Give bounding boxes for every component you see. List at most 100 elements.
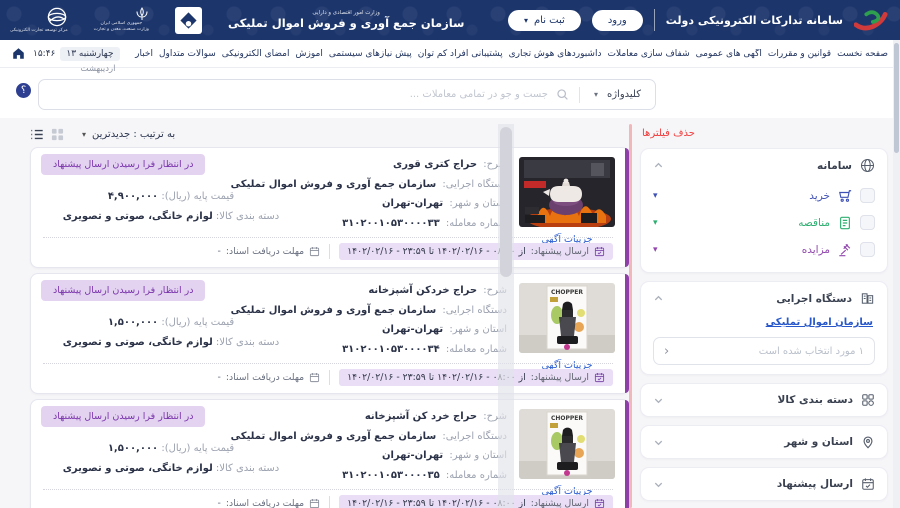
current-date: چهارشنبه ۱۳ ۱۵:۴۶ اردیبهشت (33, 47, 120, 61)
checkbox[interactable] (860, 242, 875, 257)
panel-header[interactable]: دسته بندی کالا (653, 393, 875, 407)
svg-text:CHOPPER: CHOPPER (551, 289, 583, 296)
document-deadline: مهلت دریافت اسناد: - (217, 246, 320, 257)
card-category-row: دسته بندی کالا: لوازم خانگی، صوتی و تصوی… (43, 459, 299, 479)
results-column: به ترتیب : جدیدترین ▾ (30, 124, 630, 508)
building-icon (860, 291, 875, 306)
search-input[interactable] (39, 89, 556, 100)
date-weekday: چهارشنبه ۱۳ (60, 47, 119, 61)
status-badge: در انتظار فرا رسیدن ارسال پیشنهاد (41, 154, 205, 175)
agency-select[interactable]: ۱ مورد انتخاب شده است ‹ (653, 337, 875, 365)
clear-filters-button[interactable]: حذف فیلترها (642, 128, 886, 139)
submit-label: ارسال پیشنهاد: (531, 246, 589, 257)
footer-divider (329, 370, 330, 385)
page-scrollbar-thumb[interactable] (894, 43, 899, 153)
ecommerce-center-logo: مرکز توسعه تجارت الکترونیکی (10, 6, 68, 34)
submit-window: ارسال پیشنهاد: از ۰۸:۰۰ - ۱۴۰۲/۰۲/۱۶ تا … (339, 243, 613, 260)
top-header: سامانه تدارکات الکترونیکی دولت ورود ثبت … (0, 0, 900, 40)
org-text: وزارت امور اقتصادی و دارایی سازمان جمع آ… (228, 10, 464, 30)
register-button[interactable]: ثبت نام ▾ (508, 10, 581, 31)
panel-title: دستگاه اجرایی (776, 293, 852, 305)
results-scrollbar-thumb[interactable] (500, 127, 512, 277)
nav-item[interactable]: آگهی های عمومی (696, 49, 762, 59)
nav-item[interactable]: صفحه نخست (837, 49, 888, 59)
filter-panel: ارسال پیشنهاد (640, 467, 888, 501)
status-badge: در انتظار فرا رسیدن ارسال پیشنهاد (41, 406, 205, 427)
system-filter-list: خرید▾مناقصه▾مزایده▾ (653, 182, 875, 263)
nav-item[interactable]: پیش نیازهای سیستمی (329, 49, 412, 59)
card-media: CHOPPER جزییات آگهی (519, 409, 615, 498)
filter-option[interactable]: مناقصه ▾ (653, 209, 875, 236)
filter-panel: استان و شهر (640, 425, 888, 459)
panel-header-system[interactable]: سامانه (653, 158, 875, 173)
nav-item[interactable]: آموزش (296, 49, 323, 59)
nav-item[interactable]: قوانین و مقررات (768, 49, 831, 59)
nav-item[interactable]: سوالات متداول (159, 49, 216, 59)
tender-icon (838, 216, 852, 230)
main-navbar: صفحه نخست قوانین و مقررات آگهی های عمومی شف… (0, 40, 900, 68)
search-box: کلیدواژه ▾ (38, 79, 656, 110)
home-icon[interactable] (12, 47, 25, 60)
nav-item[interactable]: اخبار (135, 49, 153, 59)
brand-group: سامانه تدارکات الکترونیکی دولت ورود ثبت … (508, 7, 888, 33)
svg-text:CHOPPER: CHOPPER (551, 415, 583, 422)
card-category-row: دسته بندی کالا: لوازم خانگی، صوتی و تصوی… (43, 207, 299, 227)
chevron-down-icon[interactable]: ▾ (653, 191, 658, 201)
nav-links: صفحه نخست قوانین و مقررات آگهی های عمومی شف… (134, 49, 888, 59)
card-media: CHOPPER جزییات آگهی (519, 283, 615, 372)
page-scrollbar[interactable] (893, 40, 900, 508)
results-toolbar: به ترتیب : جدیدترین ▾ (30, 124, 630, 144)
product-image: CHOPPER (519, 283, 615, 353)
card-title-row: شرح: حراج خردکن آشپزخانه (231, 281, 507, 301)
gavel-icon (838, 243, 852, 257)
nav-item[interactable]: پشتیبانی افراد کم توان (418, 49, 503, 59)
filter-option-label: خرید (809, 190, 830, 202)
agency-link[interactable]: سازمان اموال تملیکی (766, 317, 873, 328)
listing-card: CHOPPER جزییات آگهی شرح: حراج خرد کن آشپ… (30, 399, 630, 508)
brand-title: سامانه تدارکات الکترونیکی دولت (666, 14, 843, 27)
panel-header[interactable]: استان و شهر (653, 435, 875, 449)
view-toggles (30, 128, 64, 141)
chevron-down-icon[interactable]: ▾ (653, 245, 658, 255)
card-price-row: قیمت پایه (ریال): ۴,۹۰۰,۰۰۰ (43, 187, 299, 207)
deadline-value: - (217, 498, 220, 508)
sort-dropdown[interactable]: به ترتیب : جدیدترین ▾ (82, 129, 175, 140)
grid-view-icon[interactable] (51, 128, 64, 141)
nav-item[interactable]: شفاف سازی معاملات (607, 49, 689, 59)
org-ministry-label: وزارت امور اقتصادی و دارایی (228, 10, 464, 16)
checkbox[interactable] (860, 215, 875, 230)
chevron-up-icon (653, 293, 664, 304)
card-title-row: شرح: حراج خرد کن آشپزخانه (231, 407, 507, 427)
help-icon[interactable]: ؟ (16, 83, 31, 98)
filters-scrollbar[interactable] (629, 124, 632, 508)
checkbox[interactable] (860, 188, 875, 203)
product-image (519, 157, 615, 227)
setad-logo-icon (854, 7, 888, 33)
keyword-dropdown[interactable]: کلیدواژه ▾ (580, 89, 655, 100)
results-scrollbar[interactable] (498, 124, 514, 508)
nav-item[interactable]: امضای الکترونیکی (222, 49, 290, 59)
panel-header-agency[interactable]: دستگاه اجرایی (653, 291, 875, 306)
product-image: CHOPPER (519, 409, 615, 479)
keyword-label: کلیدواژه (607, 89, 641, 100)
agency-select-value: ۱ مورد انتخاب شده است (759, 346, 864, 357)
filter-option[interactable]: خرید ▾ (653, 182, 875, 209)
login-button[interactable]: ورود (592, 10, 643, 31)
submit-label: ارسال پیشنهاد: (531, 498, 589, 508)
sort-label: به ترتیب : جدیدترین (92, 129, 175, 140)
list-view-icon[interactable] (30, 128, 44, 141)
filter-option[interactable]: مزایده▾ (653, 236, 875, 263)
filter-option-label: مناقصه (798, 217, 830, 229)
filter-panel: دسته بندی کالا (640, 383, 888, 417)
footer-divider (329, 244, 330, 259)
search-icon (556, 88, 569, 101)
chevron-down-icon[interactable]: ▾ (653, 218, 658, 228)
collapsed-panels: دسته بندی کالااستان و شهرارسال پیشنهادمه… (640, 383, 888, 508)
nav-item[interactable]: داشبوردهای هوش تجاری (509, 49, 602, 59)
panel-header[interactable]: ارسال پیشنهاد (653, 477, 875, 491)
card-media: جزییات آگهی (519, 157, 615, 246)
time-label: ۱۵:۴۶ (33, 49, 55, 59)
card-footer: ارسال پیشنهاد: از ۰۸:۰۰ - ۱۴۰۲/۰۲/۱۶ تا … (43, 363, 613, 386)
card-category-row: دسته بندی کالا: لوازم خانگی، صوتی و تصوی… (43, 333, 299, 353)
date-month: اردیبهشت (80, 64, 115, 74)
